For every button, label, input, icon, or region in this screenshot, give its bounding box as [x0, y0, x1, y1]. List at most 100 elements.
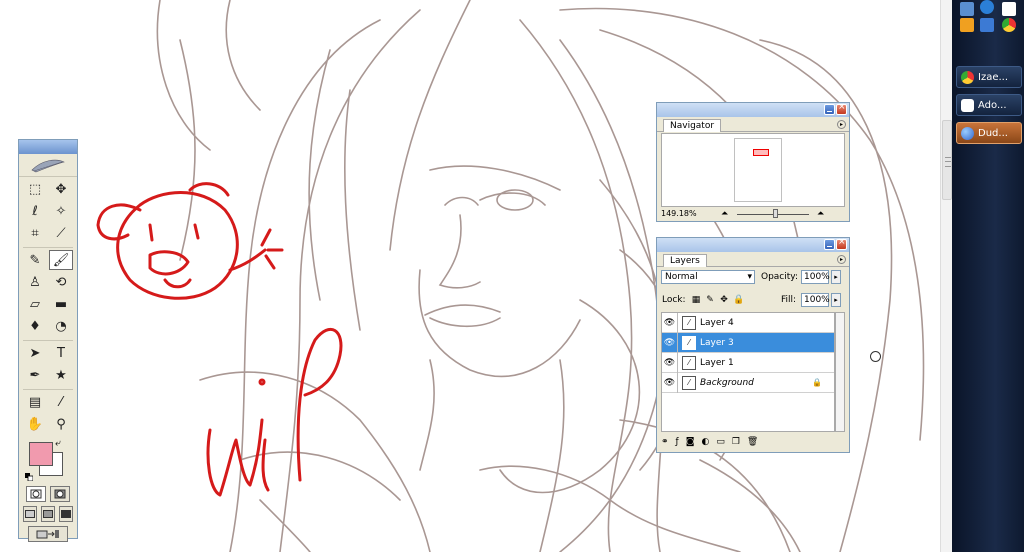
zoom-slider-knob[interactable] — [773, 209, 778, 218]
jump-to-imageready-button[interactable] — [28, 526, 68, 542]
hand-icon[interactable]: ✋ — [23, 414, 47, 434]
toolbox-divider — [23, 247, 73, 248]
notes-icon[interactable]: ▤ — [23, 392, 47, 412]
new-group-icon[interactable]: ▭ — [716, 437, 725, 447]
brush-layer-icon: ⁄ — [682, 335, 696, 350]
layer-mask-icon[interactable]: ◙ — [686, 437, 695, 447]
lasso-icon[interactable]: ℓ — [23, 201, 47, 221]
fill-arrow-icon[interactable]: ▸ — [831, 293, 841, 307]
brush-layer-icon: ⁄ — [682, 315, 696, 330]
crop-icon[interactable]: ⌗ — [23, 223, 47, 243]
taskbar-button-photoshop[interactable]: Ado... — [956, 94, 1022, 116]
layers-titlebar[interactable] — [657, 237, 849, 252]
ie-icon[interactable] — [980, 0, 994, 14]
taskbar-button-label: Dud... — [978, 127, 1008, 139]
scroll-grip-icon — [945, 157, 951, 167]
visibility-eye-icon[interactable]: 👁 — [662, 332, 678, 353]
layer-row[interactable]: 👁 ⁄ Layer 1 — [662, 352, 834, 373]
screen-mode-black-button[interactable] — [59, 506, 73, 522]
opacity-label: Opacity: — [761, 272, 798, 282]
visibility-eye-icon[interactable]: 👁 — [662, 352, 678, 373]
panel-menu-icon[interactable]: ▸ — [837, 255, 846, 264]
brush-cursor-icon — [870, 351, 881, 362]
layer-lock-icon: 🔒 — [812, 378, 822, 387]
chrome-icon[interactable] — [1002, 18, 1016, 32]
opacity-arrow-icon[interactable]: ▸ — [831, 270, 841, 284]
layer-row-selected[interactable]: 👁 ⁄ Layer 3 — [662, 332, 834, 353]
visibility-eye-icon[interactable]: 👁 — [662, 312, 678, 333]
slice-icon[interactable]: ⟋ — [49, 223, 73, 243]
tab-layers[interactable]: Layers — [663, 254, 707, 267]
zoom-icon[interactable]: ⚲ — [49, 414, 73, 434]
navigator-tabs: Navigator ▸ — [657, 117, 849, 132]
layer-style-icon[interactable]: ƒ — [676, 437, 679, 447]
layer-row[interactable]: 👁 ⁄ Layer 4 — [662, 312, 834, 333]
close-icon[interactable] — [836, 237, 847, 250]
brush-layer-icon: ⁄ — [682, 375, 696, 390]
navigator-titlebar[interactable] — [657, 102, 849, 117]
eraser-icon[interactable]: ▱ — [23, 294, 47, 314]
lock-label: Lock: — [662, 295, 686, 305]
brush-icon[interactable]: 🖌 — [49, 250, 73, 270]
taskbar-button-label: Ado... — [978, 99, 1007, 111]
layers-scrollbar[interactable] — [835, 312, 845, 432]
magic-wand-icon[interactable]: ✧ — [49, 201, 73, 221]
network-icon[interactable] — [960, 2, 974, 16]
navigator-preview[interactable] — [661, 133, 845, 207]
minimize-icon[interactable] — [824, 104, 835, 115]
taskbar-button-messenger[interactable]: Dud... — [956, 122, 1022, 144]
marquee-icon[interactable]: ⬚ — [23, 179, 47, 199]
history-brush-icon[interactable]: ⟲ — [49, 272, 73, 292]
healing-icon[interactable]: ✎ — [23, 250, 47, 270]
layer-name: Layer 1 — [700, 357, 734, 368]
delete-layer-icon[interactable]: 🗑 — [747, 437, 758, 447]
blend-mode-select[interactable]: Normal — [661, 270, 755, 284]
taskbar-button-chrome[interactable]: Izae... — [956, 66, 1022, 88]
blank-icon[interactable] — [1002, 2, 1016, 16]
gradient-icon[interactable]: ▬ — [49, 294, 73, 314]
swap-colors-icon[interactable]: ⤶ — [55, 438, 61, 449]
stamp-icon[interactable]: ♙ — [23, 272, 47, 292]
standard-mode-button[interactable] — [26, 486, 46, 502]
feather-logo-icon[interactable] — [19, 154, 77, 177]
screen-mode-full-button[interactable] — [41, 506, 55, 522]
zoom-in-icon[interactable]: ⏶ — [817, 209, 824, 219]
fill-field[interactable]: 100% — [801, 293, 830, 307]
media-icon[interactable] — [960, 18, 974, 32]
desktop-icon[interactable] — [980, 18, 994, 32]
link-layers-icon[interactable]: ⚭ — [661, 437, 669, 447]
navigator-zoom-field[interactable]: 149.18% — [661, 209, 697, 218]
new-layer-icon[interactable]: ❐ — [732, 437, 740, 447]
screen-mode-standard-button[interactable] — [23, 506, 37, 522]
foreground-color-swatch[interactable] — [29, 442, 53, 466]
toolbox-divider — [23, 389, 73, 390]
eyedropper-icon[interactable]: ⁄ — [49, 392, 73, 412]
lock-image-icon[interactable]: ✎ — [705, 295, 715, 305]
adjustment-layer-icon[interactable]: ◐ — [701, 437, 709, 447]
navigator-view-rectangle[interactable] — [753, 149, 769, 156]
tab-navigator[interactable]: Navigator — [663, 119, 722, 132]
quick-mask-button[interactable] — [50, 486, 70, 502]
shape-icon[interactable]: ★ — [49, 365, 73, 385]
lock-all-icon[interactable]: 🔒 — [733, 295, 744, 305]
close-icon[interactable] — [836, 102, 847, 115]
panel-menu-icon[interactable]: ▸ — [837, 120, 846, 129]
visibility-eye-icon[interactable]: 👁 — [662, 372, 678, 393]
type-icon[interactable]: T — [49, 343, 73, 363]
default-colors-icon[interactable] — [25, 466, 34, 482]
tools-palette-titlebar[interactable] — [19, 140, 77, 154]
navigator-panel: Navigator ▸ 149.18% ⏶ ⏶ — [656, 102, 850, 222]
minimize-icon[interactable] — [824, 239, 835, 250]
layer-name: Layer 3 — [700, 337, 734, 348]
layer-row[interactable]: 👁 ⁄ Background 🔒 — [662, 372, 834, 393]
lock-transparency-icon[interactable]: ▦ — [691, 295, 701, 305]
lock-position-icon[interactable]: ✥ — [719, 295, 729, 305]
zoom-out-icon[interactable]: ⏶ — [721, 209, 728, 219]
pen-icon[interactable]: ✒ — [23, 365, 47, 385]
opacity-field[interactable]: 100% — [801, 270, 830, 284]
path-select-icon[interactable]: ➤ — [23, 343, 47, 363]
blur-icon[interactable]: ♦ — [23, 316, 47, 336]
move-icon[interactable]: ✥ — [49, 179, 73, 199]
scrollbar-thumb[interactable] — [942, 120, 952, 200]
dodge-icon[interactable]: ◔ — [49, 316, 73, 336]
